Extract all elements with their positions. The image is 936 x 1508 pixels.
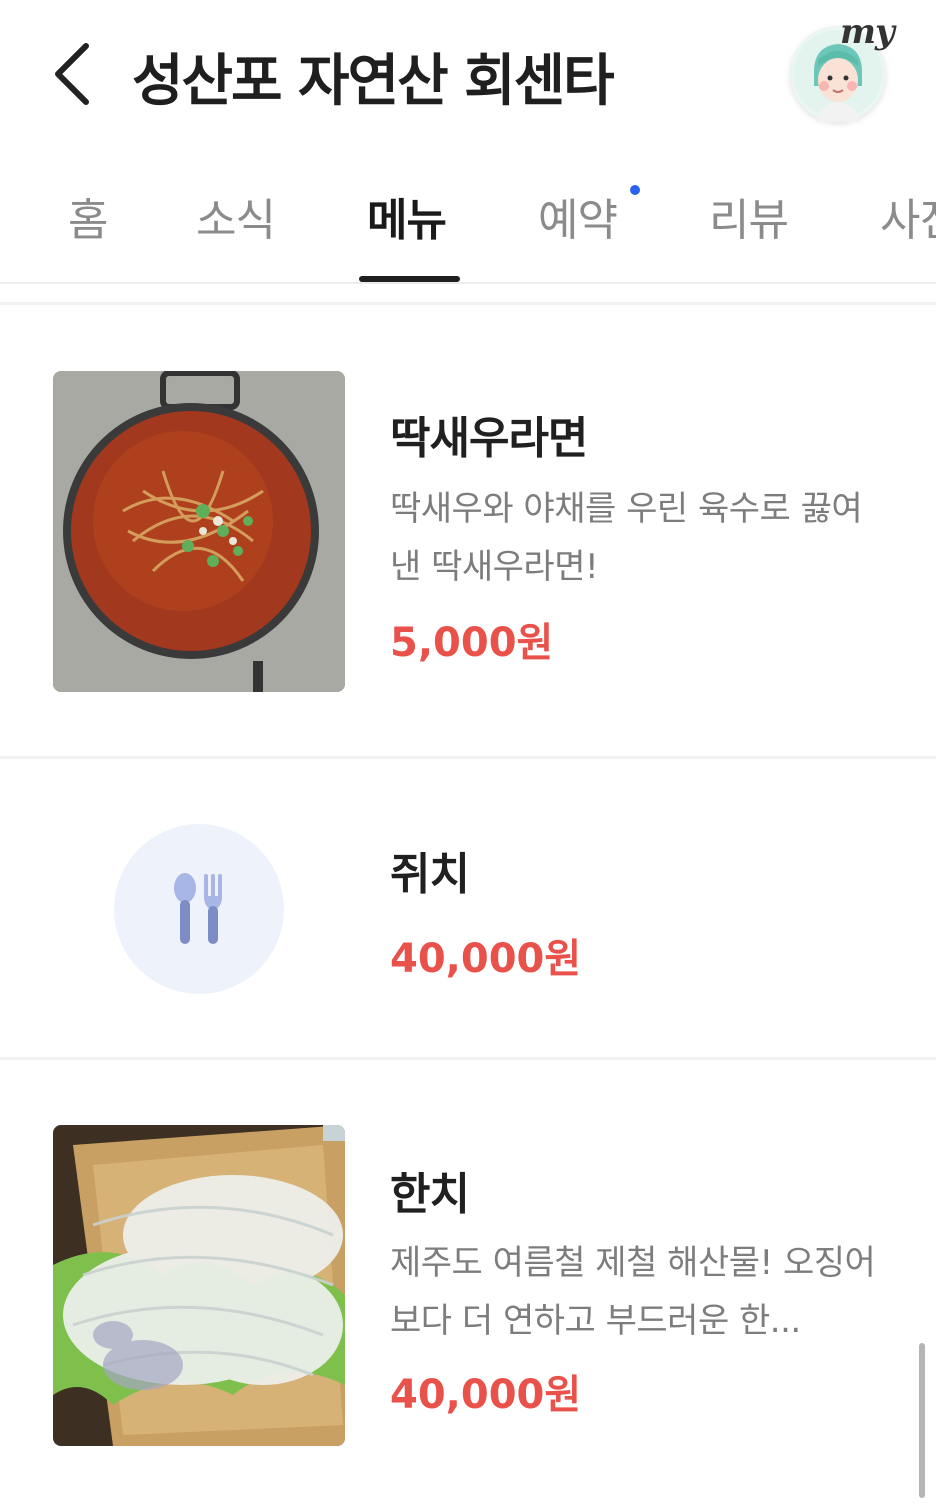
chevron-left-icon — [55, 43, 89, 105]
fork-spoon-icon — [174, 873, 222, 944]
tab-home[interactable]: 홈 — [68, 184, 108, 248]
reservation-new-dot — [630, 185, 640, 195]
active-tab-indicator — [359, 276, 460, 282]
divider — [0, 756, 936, 759]
menu-placeholder — [114, 824, 284, 994]
menu-item-description: 딱새우와 야채를 우린 육수로 끓여낸 딱새우라면! — [390, 489, 863, 587]
header: 성산포 자연산 회센타 my — [0, 0, 936, 150]
tab-reviews[interactable]: 리뷰 — [709, 184, 789, 248]
ramen-photo — [53, 371, 345, 692]
tab-menu[interactable]: 메뉴 — [367, 184, 447, 248]
divider — [0, 1057, 936, 1060]
tab-photos[interactable]: 사진 — [880, 184, 936, 248]
tab-reservation[interactable]: 예약 — [538, 184, 618, 248]
menu-item-description: 제주도 여름철 제철 해산물! 오징어보다 더 연하고 부드러운 한... — [390, 1243, 876, 1341]
menu-item-name: 한치 — [390, 1169, 470, 1220]
menu-item-price: 40,000원 — [390, 936, 582, 982]
back-button[interactable] — [44, 38, 104, 110]
tab-bar: 홈 소식 메뉴 예약 리뷰 사진 — [0, 150, 936, 284]
tab-news[interactable]: 소식 — [196, 184, 276, 248]
menu-item-price: 40,000원 — [390, 1372, 582, 1418]
divider — [0, 302, 936, 305]
squid-photo — [53, 1125, 345, 1446]
menu-item-price: 5,000원 — [390, 620, 554, 666]
scrollbar[interactable] — [919, 1343, 925, 1498]
menu-item-name: 쥐치 — [390, 849, 470, 900]
page-title: 성산포 자연산 회센타 — [132, 49, 615, 114]
my-label: my — [840, 12, 895, 52]
menu-item-name: 딱새우라면 — [390, 413, 588, 464]
store-menu-page: 성산포 자연산 회센타 my 홈 소식 메뉴 예약 리뷰 사진 — [0, 0, 936, 1508]
